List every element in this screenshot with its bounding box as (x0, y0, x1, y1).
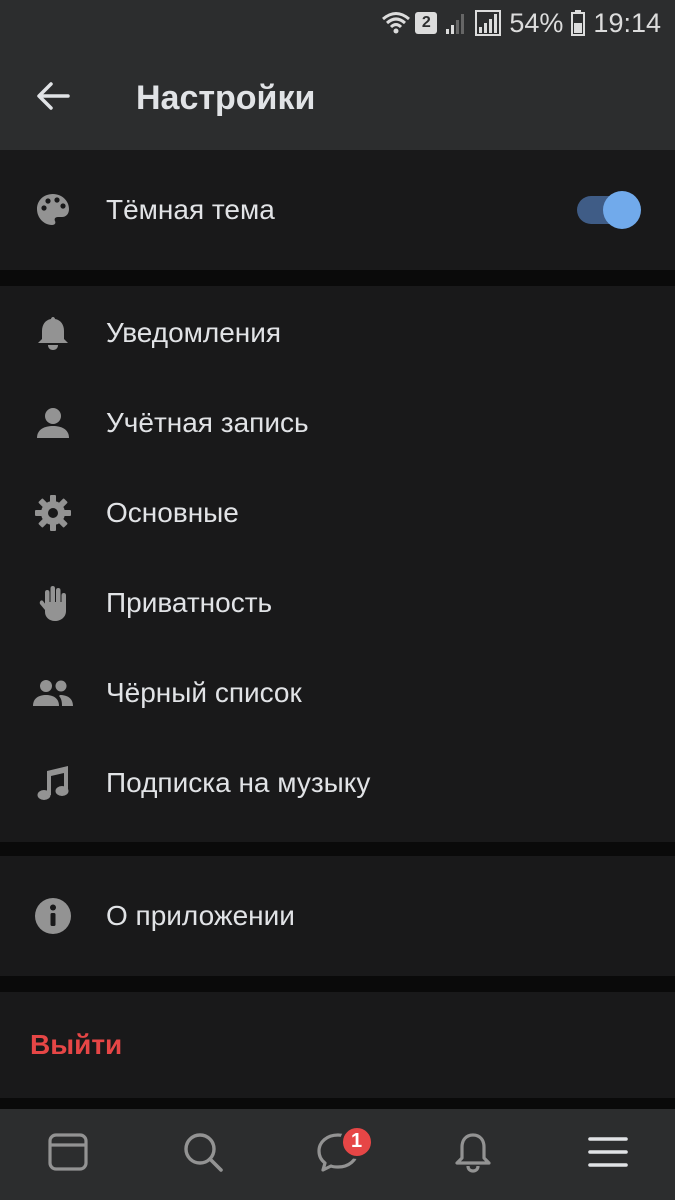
people-icon (0, 648, 106, 738)
messages-badge: 1 (339, 1124, 374, 1159)
tab-news[interactable] (28, 1115, 108, 1195)
info-icon (0, 871, 106, 961)
settings-item-label: Подписка на музыку (106, 767, 371, 798)
settings-item-label: Приватность (106, 587, 273, 618)
settings-item-privacy[interactable]: Приватность (0, 558, 675, 648)
tab-notifications[interactable] (433, 1115, 513, 1195)
settings-item-label: Основные (106, 497, 239, 528)
dark-theme-row[interactable]: Тёмная тема (0, 150, 675, 270)
wifi-icon (381, 11, 411, 35)
page-title: Настройки (136, 78, 316, 117)
arrow-left-icon (36, 81, 70, 116)
settings-item-about[interactable]: О приложении (0, 856, 675, 976)
clock: 19:14 (593, 7, 661, 38)
settings-item-account[interactable]: Учётная запись (0, 378, 675, 468)
sim-badge: 2 (415, 12, 438, 34)
settings-item-notifications[interactable]: Уведомления (0, 288, 675, 378)
settings-item-music-subscription[interactable]: Подписка на музыку (0, 738, 675, 828)
main-settings-group: Уведомления Учётная запись Основные Прив… (0, 286, 675, 842)
person-icon (0, 378, 106, 468)
bottom-tab-bar: 1 (0, 1109, 675, 1200)
music-note-icon (0, 738, 106, 828)
settings-item-label: Уведомления (106, 317, 282, 348)
menu-icon (587, 1135, 628, 1174)
back-button[interactable] (0, 46, 106, 150)
theme-group: Тёмная тема (0, 150, 675, 270)
notifications-icon (454, 1131, 492, 1178)
tab-search[interactable] (163, 1115, 243, 1195)
battery-icon (571, 10, 586, 36)
news-icon (47, 1132, 88, 1177)
settings-item-blacklist[interactable]: Чёрный список (0, 648, 675, 738)
logout-label: Выйти (30, 1029, 123, 1060)
toggle-knob (603, 191, 641, 229)
tab-menu[interactable] (568, 1115, 648, 1195)
settings-item-label: Учётная запись (106, 407, 309, 438)
logout-button[interactable]: Выйти (0, 992, 675, 1098)
status-bar: 2 54% 19:14 (0, 0, 675, 46)
gear-icon (0, 468, 106, 558)
app-bar: Настройки (0, 46, 675, 150)
settings-item-general[interactable]: Основные (0, 468, 675, 558)
hand-icon (0, 558, 106, 648)
dark-theme-toggle[interactable] (577, 191, 641, 229)
tab-messages[interactable]: 1 (298, 1115, 378, 1195)
palette-icon (0, 165, 106, 255)
logout-group: Выйти (0, 992, 675, 1098)
signal-weak-icon (445, 11, 467, 35)
settings-item-label: Чёрный список (106, 677, 302, 708)
signal-icon (475, 10, 502, 36)
about-group: О приложении (0, 856, 675, 976)
dark-theme-label: Тёмная тема (106, 194, 275, 225)
battery-percent: 54% (509, 7, 564, 38)
bell-icon (0, 288, 106, 378)
about-label: О приложении (106, 900, 295, 931)
search-icon (182, 1131, 224, 1178)
